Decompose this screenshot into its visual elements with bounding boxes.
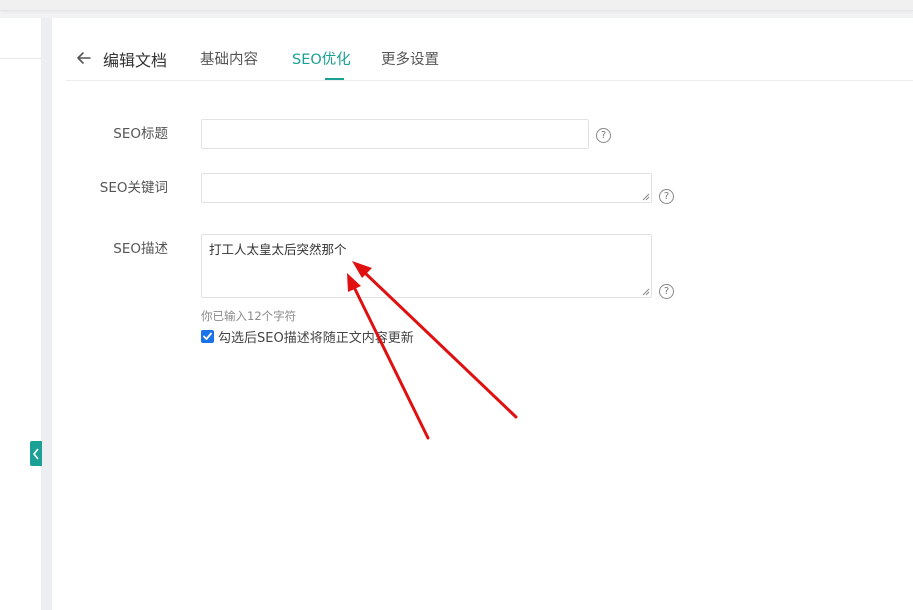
left-panel-divider bbox=[0, 58, 41, 59]
question-circle-icon[interactable]: ? bbox=[659, 284, 674, 299]
seo-keywords-label: SEO关键词 bbox=[99, 180, 168, 196]
char-count-hint: 你已输入12个字符 bbox=[201, 309, 297, 323]
question-circle-icon[interactable]: ? bbox=[596, 128, 611, 143]
sync-checkbox[interactable] bbox=[201, 329, 214, 343]
back-button[interactable] bbox=[74, 48, 94, 68]
top-bar bbox=[0, 0, 913, 11]
seo-title-label: SEO标题 bbox=[113, 126, 168, 142]
seo-description-textarea[interactable]: 打工人太皇太后突然那个 bbox=[201, 234, 652, 298]
page-title: 编辑文档 bbox=[103, 51, 168, 70]
active-tab-indicator bbox=[325, 78, 344, 80]
seo-title-input[interactable] bbox=[201, 119, 589, 149]
sync-checkbox-row: 勾选后SEO描述将随正文内容更新 bbox=[201, 328, 414, 346]
sync-checkbox-label: 勾选后SEO描述将随正文内容更新 bbox=[218, 330, 414, 346]
page-header: 编辑文档 基础内容 SEO优化 更多设置 bbox=[66, 18, 913, 81]
seo-keywords-textarea[interactable] bbox=[201, 173, 652, 203]
tab-more-settings[interactable]: 更多设置 bbox=[381, 48, 439, 69]
question-circle-icon[interactable]: ? bbox=[659, 189, 674, 204]
tab-seo[interactable]: SEO优化 bbox=[292, 48, 351, 69]
seo-description-label: SEO描述 bbox=[113, 241, 168, 257]
check-icon bbox=[203, 332, 212, 340]
main-panel: 编辑文档 基础内容 SEO优化 更多设置 SEO标题 ? SEO关键词 ? SE… bbox=[52, 18, 913, 610]
chevron-left-icon bbox=[32, 448, 39, 459]
panel-gutter bbox=[41, 18, 52, 610]
arrow-left-icon bbox=[77, 52, 91, 64]
tab-basic-content[interactable]: 基础内容 bbox=[200, 48, 258, 69]
left-panel bbox=[0, 18, 41, 610]
collapse-sidebar-button[interactable] bbox=[30, 441, 42, 466]
